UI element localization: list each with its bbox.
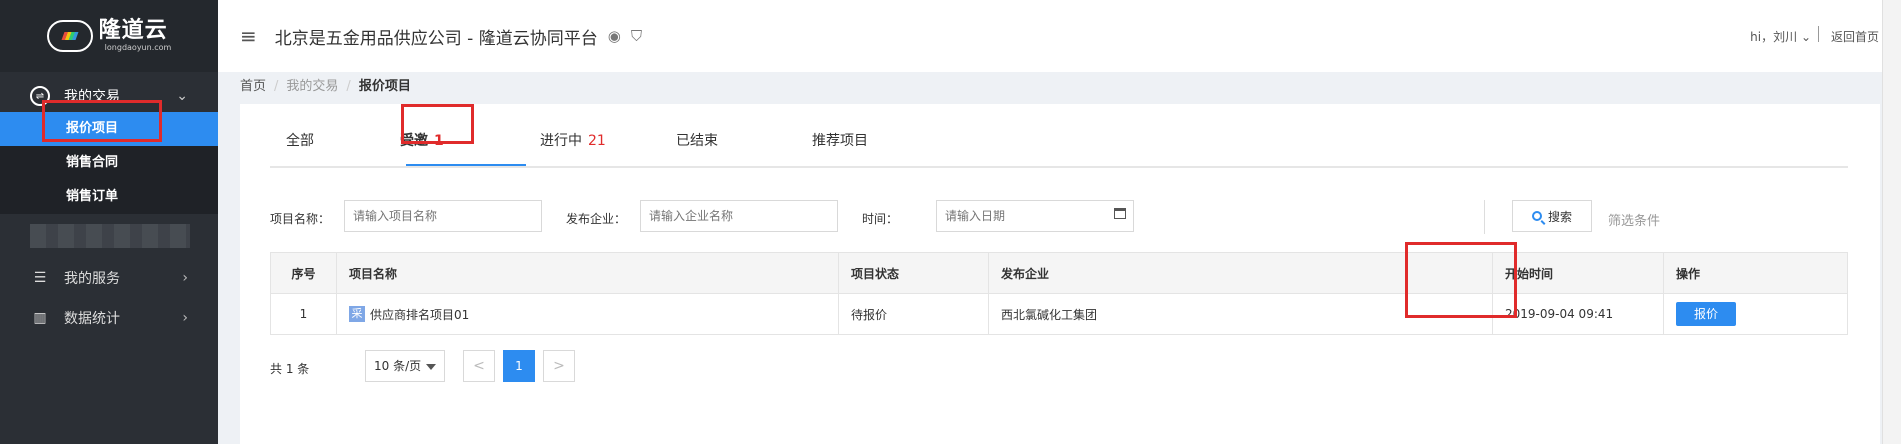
user-greeting: hi，刘川: [1750, 30, 1798, 44]
cloud-logo-icon: [46, 20, 93, 52]
active-tab-indicator: [406, 164, 526, 166]
tab-recommended[interactable]: 推荐项目: [812, 130, 868, 150]
menu-my-services[interactable]: ☰ 我的服务 ›: [0, 258, 218, 298]
page-size-value: 10 条/页: [374, 359, 422, 373]
tab-label: 推荐项目: [812, 133, 868, 149]
chevron-right-icon: ›: [182, 270, 188, 286]
top-header: ≡ 北京是五金用品供应公司 - 隆道云协同平台 ◉ ⛉ hi，刘川 ⌄ 返回首页: [218, 0, 1901, 72]
tab-label: 全部: [286, 133, 314, 149]
chevron-down-icon: ⌄: [176, 88, 188, 104]
chevron-down-icon: ⌄: [1800, 30, 1811, 44]
highlight-box-sidebar: [42, 100, 162, 142]
status-cell: 待报价: [839, 294, 989, 334]
shield-icon[interactable]: ⛉: [631, 27, 642, 45]
breadcrumb-my-trade[interactable]: 我的交易: [286, 79, 338, 94]
date-picker[interactable]: [936, 200, 1134, 232]
menu-my-services-label: 我的服务: [64, 271, 120, 287]
table-header-row: 序号 项目名称 项目状态 发布企业 开始时间 操作: [271, 253, 1847, 294]
start-time-cell: 2019-09-04 09:41: [1493, 294, 1664, 334]
vertical-scrollbar[interactable]: [1882, 0, 1901, 444]
sidebar: 隆道云 longdaoyun.com ⇌ 我的交易 ⌄ 报价项目 销售合同 销售…: [0, 0, 218, 444]
blurred-menu-item: [30, 224, 190, 248]
date-input[interactable]: [936, 200, 1134, 232]
projects-table: 序号 项目名称 项目状态 发布企业 开始时间 操作 1 采 供应商排名项目01 …: [270, 252, 1848, 335]
calendar-icon[interactable]: [1114, 208, 1126, 219]
back-home-link[interactable]: 返回首页: [1831, 28, 1879, 45]
badge-icon[interactable]: ◉: [608, 27, 621, 45]
breadcrumb: 首页 / 我的交易 / 报价项目: [240, 79, 411, 94]
content-card: 全部 受邀1 进行中21 已结束 推荐项目 项目名称： 发布企业： 时间： 搜索…: [240, 104, 1880, 444]
column-header: 项目状态: [839, 253, 989, 293]
page-title: 北京是五金用品供应公司 - 隆道云协同平台: [274, 28, 598, 49]
tab-bar: 全部 受邀 1 进行中 21 已结束 推荐项目: [270, 104, 1848, 168]
chevron-right-icon: ›: [182, 310, 188, 326]
filter-bar: 项目名称： 发布企业： 时间： 搜索 筛选条件: [270, 200, 1870, 234]
next-page-button[interactable]: >: [543, 350, 575, 382]
menu-toggle-icon[interactable]: ≡: [240, 24, 257, 48]
time-label: 时间：: [862, 212, 899, 226]
list-icon: ☰: [33, 270, 47, 286]
breadcrumb-current: 报价项目: [358, 79, 411, 94]
table-row: 1 采 供应商排名项目01 待报价 西北氯碱化工集团 2019-09-04 09…: [271, 294, 1847, 334]
project-name-cell: 采 供应商排名项目01: [337, 294, 839, 334]
project-name-link[interactable]: 供应商排名项目01: [370, 306, 469, 323]
quote-button[interactable]: 报价: [1676, 302, 1736, 326]
brand-domain: longdaoyun.com: [104, 43, 172, 52]
menu-statistics-label: 数据统计: [64, 311, 120, 327]
company-label: 发布企业：: [566, 212, 627, 226]
sidebar-item-sales-contract[interactable]: 销售合同: [0, 146, 218, 180]
tab-label: 已结束: [676, 133, 718, 149]
column-header: 项目名称: [337, 253, 839, 293]
tab-label: 进行中: [540, 133, 582, 149]
search-button[interactable]: 搜索: [1512, 200, 1592, 232]
filter-divider: [1484, 200, 1485, 234]
tab-finished[interactable]: 已结束: [676, 130, 718, 150]
search-button-label: 搜索: [1547, 209, 1572, 224]
tab-in-progress[interactable]: 进行中 21: [540, 130, 606, 150]
caret-down-icon: [426, 364, 436, 370]
column-header: 序号: [271, 253, 337, 293]
company-input[interactable]: [640, 200, 838, 232]
total-count: 共 1 条: [270, 362, 310, 376]
tab-all[interactable]: 全部: [286, 130, 314, 150]
bar-chart-icon: ▥: [33, 310, 47, 326]
project-name-input[interactable]: [344, 200, 542, 232]
header-divider: [1818, 26, 1819, 42]
row-index: 1: [271, 294, 337, 334]
tab-count: 21: [588, 133, 606, 149]
menu-statistics[interactable]: ▥ 数据统计 ›: [0, 298, 218, 338]
column-header: 操作: [1676, 266, 1701, 281]
filter-conditions-link[interactable]: 筛选条件: [1608, 210, 1660, 229]
search-icon: [1531, 211, 1542, 221]
procurement-tag: 采: [349, 306, 365, 322]
column-header: 开始时间: [1493, 253, 1664, 293]
page-size-select[interactable]: 10 条/页: [365, 350, 445, 382]
brand-name: 隆道云: [98, 18, 168, 43]
action-cell: 报价: [1664, 294, 1847, 334]
user-menu[interactable]: hi，刘川 ⌄: [1750, 28, 1811, 45]
pagination: 共 1 条 10 条/页 < 1 >: [270, 350, 670, 384]
highlight-box-tab: [401, 104, 474, 144]
sidebar-item-sales-order[interactable]: 销售订单: [0, 180, 218, 214]
brand-logo[interactable]: 隆道云 longdaoyun.com: [0, 0, 218, 72]
project-name-label: 项目名称：: [270, 212, 331, 226]
page-1-button[interactable]: 1: [503, 350, 535, 382]
prev-page-button[interactable]: <: [463, 350, 495, 382]
highlight-box-action: [1405, 242, 1517, 318]
breadcrumb-home[interactable]: 首页: [240, 79, 266, 94]
